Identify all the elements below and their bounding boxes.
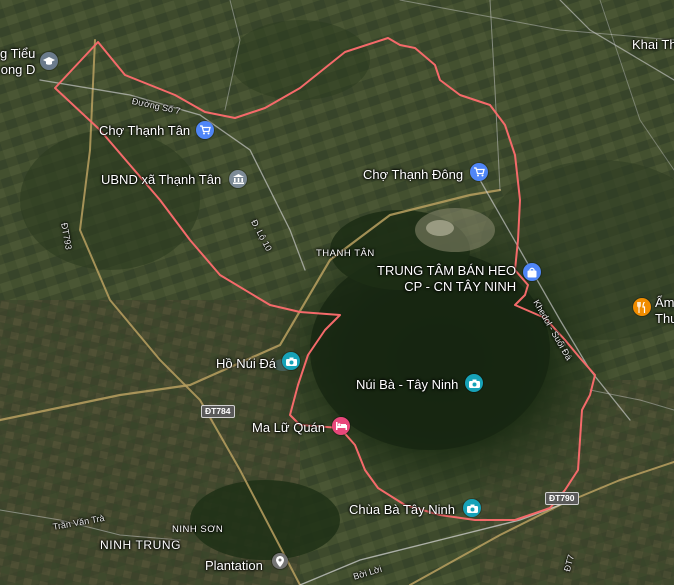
area-label-ninh-trung: NINH TRUNG <box>100 538 182 552</box>
area-label-khai-th: Khai Th <box>632 37 674 52</box>
poi-label-ho-nui-da[interactable]: Hồ Núi Đá <box>216 356 276 371</box>
road-shield-dt790: ĐT790 <box>545 492 579 505</box>
camera-icon[interactable] <box>463 499 481 517</box>
road-shield-dt784: ĐT784 <box>201 405 235 418</box>
poi-label-cho-thanh-dong[interactable]: Chợ Thạnh Đông <box>363 167 463 182</box>
poi-label-line2: CP - CN TÂY NINH <box>404 279 517 294</box>
poi-label-truong-tieu-hoc[interactable]: g Tiểu ong D <box>0 46 35 78</box>
poi-label-line1: TRUNG TÂM BÁN HEO <box>377 263 517 278</box>
poi-label-nui-ba-tay-ninh[interactable]: Núi Bà - Tây Ninh <box>356 377 458 392</box>
area-label-ninh-son: NINH SƠN <box>172 524 224 535</box>
shopping-cart-icon[interactable] <box>470 163 488 181</box>
shopping-bag-icon[interactable] <box>523 263 541 281</box>
poi-label-plantation[interactable]: Plantation <box>205 558 263 573</box>
poi-label-line2: Thu <box>655 311 674 326</box>
camera-icon[interactable] <box>282 352 300 370</box>
poi-label-am-thuc[interactable]: Ẩm Thu <box>655 295 674 327</box>
satellite-map[interactable]: THẠNH TÂN NINH SƠN NINH TRUNG Khai Th Đư… <box>0 0 674 585</box>
school-icon[interactable] <box>40 52 58 70</box>
place-pin-icon[interactable] <box>272 553 288 569</box>
poi-label-trung-tam-ban-heo[interactable]: TRUNG TÂM BÁN HEO CP - CN TÂY NINH <box>377 263 516 295</box>
poi-label-ubnd-xa-thanh-tan[interactable]: UBND xã Thạnh Tân <box>101 172 221 187</box>
area-label-thanh-tan: THẠNH TÂN <box>316 248 375 259</box>
poi-label-line2: ong D <box>0 62 36 77</box>
poi-label-ma-lu-quan[interactable]: Ma Lữ Quán <box>252 420 325 435</box>
camera-icon[interactable] <box>465 374 483 392</box>
government-building-icon[interactable] <box>229 170 247 188</box>
poi-label-line1: Ẩm <box>655 295 674 310</box>
poi-label-chua-ba-tay-ninh[interactable]: Chùa Bà Tây Ninh <box>349 502 455 517</box>
shopping-cart-icon[interactable] <box>196 121 214 139</box>
bed-icon[interactable] <box>332 417 350 435</box>
poi-label-line1: g Tiểu <box>0 46 36 61</box>
fork-knife-icon[interactable] <box>633 298 651 316</box>
poi-label-cho-thanh-tan[interactable]: Chợ Thạnh Tân <box>99 123 190 138</box>
